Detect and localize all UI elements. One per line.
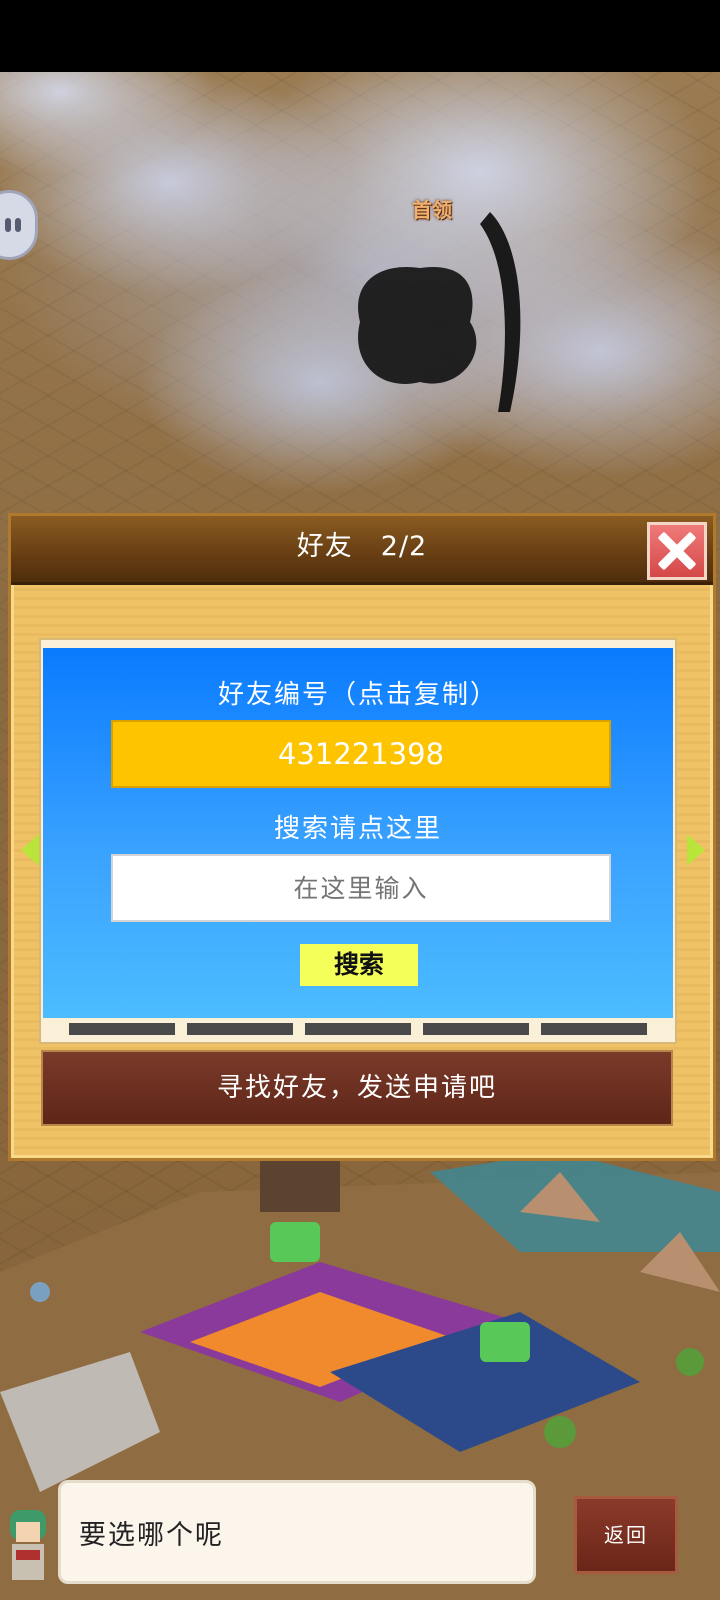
friend-search-input[interactable] [111,854,611,922]
advisor-speech-text: 要选哪个呢 [79,1520,224,1551]
advisor-speech-bubble: 要选哪个呢 [58,1480,536,1584]
search-label: 搜索请点这里 [273,814,442,844]
dialog-title: 好友 2/2 [296,531,428,562]
friend-id-label: 好友编号（点击复制） [217,680,498,710]
friend-dialog: 好友 2/2 好友编号（点击复制） 431221398 搜索请点这里 搜索 寻找… [8,513,716,1161]
panel-tab[interactable] [69,1023,175,1035]
advisor-avatar [10,1510,46,1580]
prev-page-arrow-icon[interactable] [21,834,39,866]
search-button[interactable]: 搜索 [300,944,418,986]
find-friends-banner: 寻找好友，发送申请吧 [41,1050,673,1126]
status-bar [0,0,720,72]
panel-tab[interactable] [423,1023,529,1035]
friend-panel-frame: 好友编号（点击复制） 431221398 搜索请点这里 搜索 [39,638,677,1044]
next-page-arrow-icon[interactable] [687,834,705,866]
side-tab-mark [5,218,11,232]
panel-tab[interactable] [187,1023,293,1035]
friend-id-copy-button[interactable]: 431221398 [111,720,611,788]
friend-panel: 好友编号（点击复制） 431221398 搜索请点这里 搜索 [43,648,673,1018]
panel-tab[interactable] [541,1023,647,1035]
close-button[interactable] [647,522,707,580]
panel-tab[interactable] [305,1023,411,1035]
back-button[interactable]: 返回 [574,1496,678,1574]
side-tab-mark [15,218,21,232]
boss-silhouette[interactable] [340,202,540,462]
panel-tab-strip [69,1023,647,1035]
